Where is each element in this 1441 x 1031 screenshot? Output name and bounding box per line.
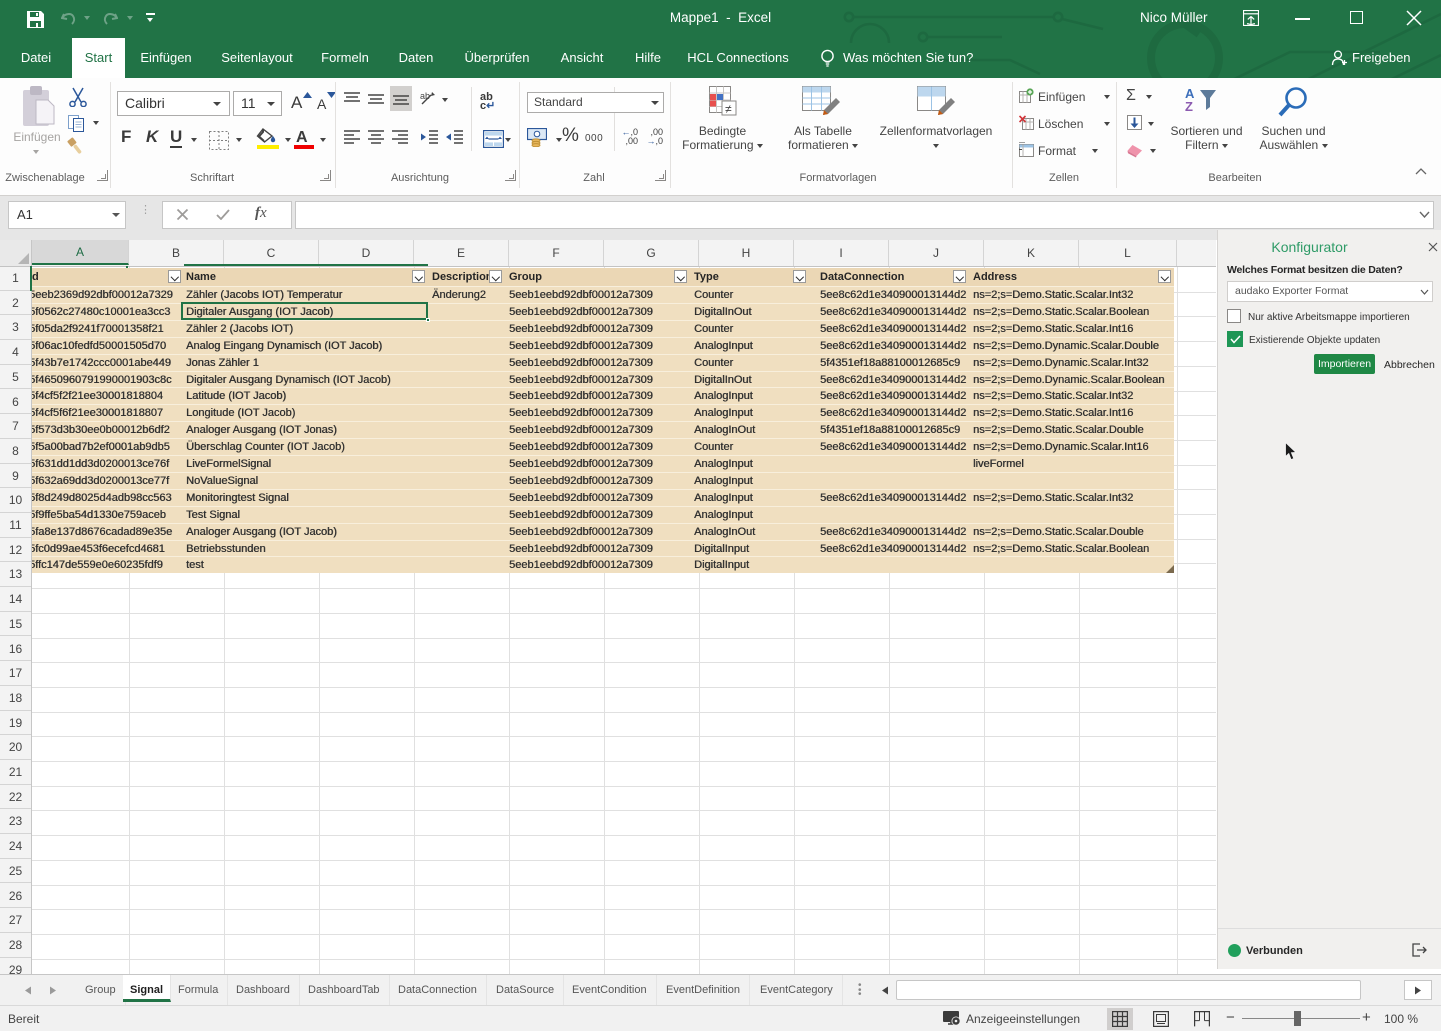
svg-text:≠: ≠ bbox=[725, 102, 732, 116]
svg-text:ab: ab bbox=[420, 91, 430, 101]
